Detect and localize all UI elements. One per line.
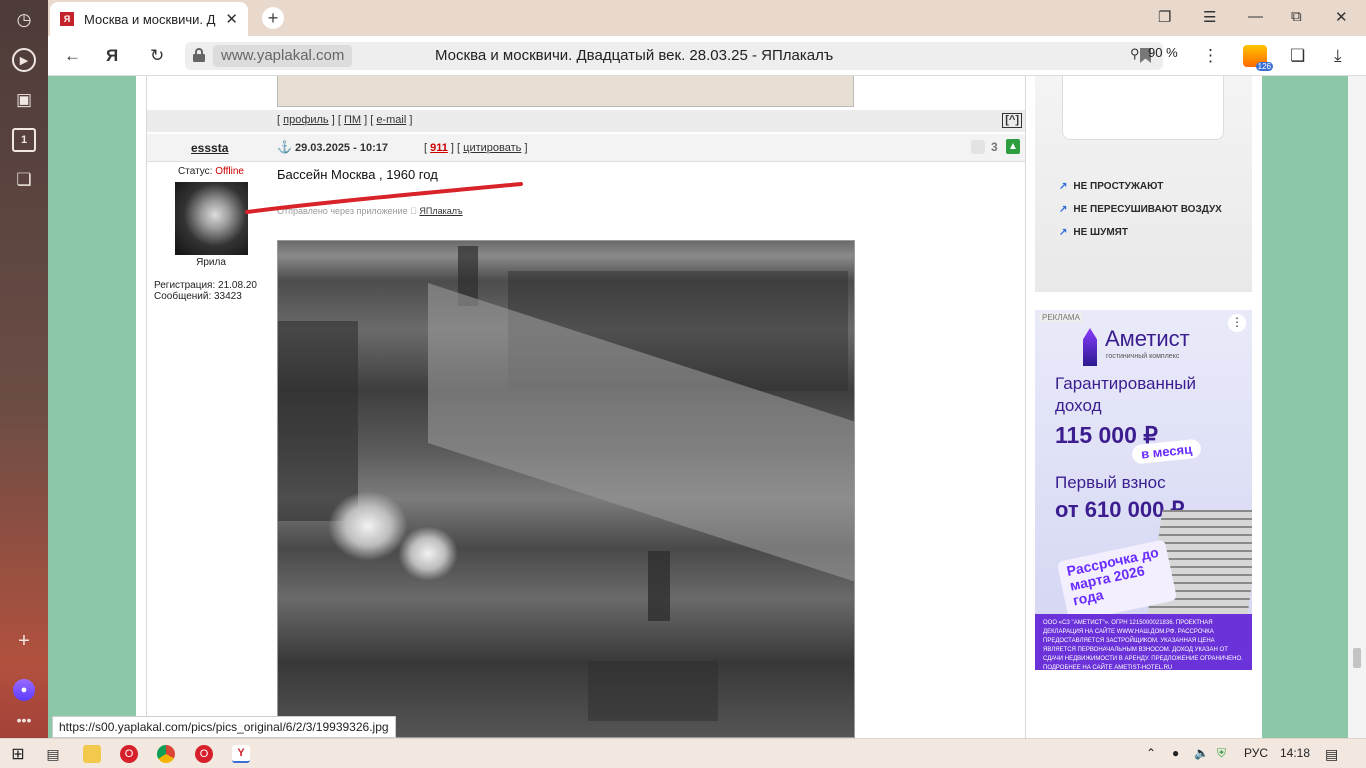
browser-sidebar: ◷ ▶ ▣ 1 ❏ + ● ••• <box>0 0 48 738</box>
camera-icon[interactable]: ▣ <box>12 88 36 112</box>
more-icon[interactable]: ••• <box>12 708 36 732</box>
url-domain[interactable]: www.yaplakal.com <box>213 45 353 67</box>
tab-one-icon[interactable]: 1 <box>12 128 36 152</box>
previous-post-links: [ профиль ] [ ПМ ] [ e-mail ] [^] <box>147 110 1025 132</box>
status-value: Offline <box>215 166 244 177</box>
link-status-bar: https://s00.yaplakal.com/pics/pics_origi… <box>52 716 396 738</box>
language-indicator[interactable]: РУС <box>1244 746 1268 760</box>
previous-post-image[interactable] <box>277 76 854 107</box>
bookmarks-panel-icon[interactable]: ❐ <box>1158 8 1171 26</box>
red-line-annotation <box>245 182 523 214</box>
zoom-level[interactable]: 90 % <box>1148 45 1178 60</box>
ad-label: РЕКЛАМА <box>1039 313 1083 322</box>
close-window-icon[interactable]: ✕ <box>1335 8 1348 26</box>
author-link[interactable]: esssta <box>191 141 228 155</box>
page-title: Москва и москвичи. Двадцатый век. 28.03.… <box>435 47 834 64</box>
registration-date: Регистрация: 21.08.20 <box>154 280 257 291</box>
tab-bar: Я Москва и москвичи. Д ✕ + ❐ ☰ — ⧉ ✕ <box>48 0 1366 36</box>
history-icon[interactable]: ◷ <box>12 8 36 32</box>
ad-headline: Гарантированный доход <box>1055 374 1196 415</box>
profile-link[interactable]: профиль <box>283 114 329 126</box>
scrollbar-thumb[interactable] <box>1353 648 1361 668</box>
ad-menu-icon[interactable]: ⋮ <box>1228 314 1246 332</box>
ad-first-payment-label: Первый взнос <box>1055 473 1166 492</box>
yandex-browser-icon[interactable]: Y <box>232 745 250 763</box>
post-header: esssta ⚓ 29.03.2025 - 10:17 [ 911 ] [ ци… <box>147 134 1025 162</box>
close-tab-icon[interactable]: ✕ <box>225 10 238 28</box>
page-scrollbar[interactable] <box>1348 76 1366 738</box>
email-link[interactable]: e-mail <box>376 114 406 126</box>
rate-up-button[interactable]: ▲ <box>1006 139 1020 154</box>
arrow-icon: ↗ <box>1059 204 1068 215</box>
arrow-icon: ↗ <box>1059 227 1068 238</box>
windows-taskbar: ⊞ ▤ O O Y ⌃ ● 🔈 ⛨ РУС 14:18 ▤ <box>0 738 1366 768</box>
task-view-icon[interactable]: ▤ <box>44 745 62 763</box>
restore-icon[interactable]: ⧉ <box>1291 8 1302 25</box>
alice-icon[interactable]: ● <box>13 679 35 701</box>
message-count: Сообщений: 33423 <box>154 291 242 302</box>
avatar[interactable] <box>174 182 248 255</box>
scroll-top-button[interactable]: [^] <box>1002 113 1022 128</box>
add-panel-icon[interactable]: + <box>12 629 36 653</box>
anchor-icon[interactable]: ⚓ <box>277 140 292 154</box>
opera-icon[interactable]: O <box>120 745 138 763</box>
notifications-icon[interactable]: ▤ <box>1325 746 1338 763</box>
post-photo[interactable] <box>277 240 855 738</box>
ad-brand: Аметист <box>1105 326 1190 351</box>
new-tab-button[interactable]: + <box>262 7 284 29</box>
chrome-icon[interactable] <box>157 745 175 763</box>
collections-toolbar-icon[interactable]: ❏ <box>1290 46 1305 66</box>
post-number-link[interactable]: 911 <box>430 142 448 154</box>
status-label: Статус: <box>178 166 213 177</box>
play-icon[interactable]: ▶ <box>12 48 36 72</box>
volume-icon[interactable]: 🔈 <box>1194 746 1209 760</box>
download-icon[interactable]: ⤓ <box>1334 46 1342 66</box>
ad-brand-sub: гостиничный комплекс <box>1106 353 1180 360</box>
user-nick: Ярила <box>196 257 226 268</box>
tab-title: Москва и москвичи. Д <box>84 11 216 27</box>
page-viewport: [ профиль ] [ ПМ ] [ e-mail ] [^] esssta… <box>48 76 1358 738</box>
ametist-ad-banner[interactable]: РЕКЛАМА ⋮ Аметист гостиничный комплекс Г… <box>1035 310 1252 670</box>
forum-content: [ профиль ] [ ПМ ] [ e-mail ] [^] esssta… <box>136 76 1262 738</box>
post-date: 29.03.2025 - 10:17 <box>295 142 388 154</box>
arrow-icon: ↗ <box>1059 181 1068 192</box>
back-icon[interactable]: ← <box>64 46 81 66</box>
rate-down-button[interactable] <box>971 140 985 154</box>
opera-gx-icon[interactable]: O <box>195 745 213 763</box>
extension-icon[interactable]: 126 <box>1243 45 1273 71</box>
more-options-icon[interactable]: ⋮ <box>1202 46 1219 66</box>
url-field[interactable]: www.yaplakal.com Москва и москвичи. Двад… <box>185 42 1163 70</box>
ac-ad-banner[interactable]: ↗ НЕ ПРОСТУЖАЮТ ↗ НЕ ПЕРЕСУШИВАЮТ ВОЗДУХ ↗… <box>1035 76 1252 292</box>
file-explorer-icon[interactable] <box>83 745 101 763</box>
windows-start-icon[interactable]: ⊞ <box>9 745 27 763</box>
lock-icon[interactable] <box>193 48 205 62</box>
address-bar-row: ← Я ↻ www.yaplakal.com Москва и москвичи… <box>48 36 1366 76</box>
ad-legal-text: ООО «СЗ "АМЕТИСТ"». ОГРН 1215000021836. … <box>1035 614 1252 670</box>
pm-link[interactable]: ПМ <box>344 114 361 126</box>
quote-link[interactable]: цитировать <box>463 142 521 154</box>
post-rating: 3 <box>991 140 998 154</box>
air-conditioner-image <box>1062 76 1224 140</box>
network-icon[interactable]: ● <box>1172 746 1179 760</box>
minimize-icon[interactable]: — <box>1248 8 1263 25</box>
active-tab[interactable]: Я Москва и москвичи. Д ✕ <box>50 2 248 36</box>
reload-icon[interactable]: ↻ <box>150 46 164 66</box>
collections-icon[interactable]: ❏ <box>12 168 36 192</box>
yaplakal-favicon: Я <box>60 12 74 26</box>
post-column: [ профиль ] [ ПМ ] [ e-mail ] [^] esssta… <box>146 76 1026 738</box>
clock[interactable]: 14:18 <box>1280 746 1310 760</box>
menu-icon[interactable]: ☰ <box>1203 8 1216 26</box>
yandex-icon[interactable]: Я <box>106 46 118 66</box>
search-icon[interactable]: ⚲ <box>1130 46 1140 62</box>
security-icon[interactable]: ⛨ <box>1217 746 1226 761</box>
tray-expand-icon[interactable]: ⌃ <box>1146 746 1156 760</box>
